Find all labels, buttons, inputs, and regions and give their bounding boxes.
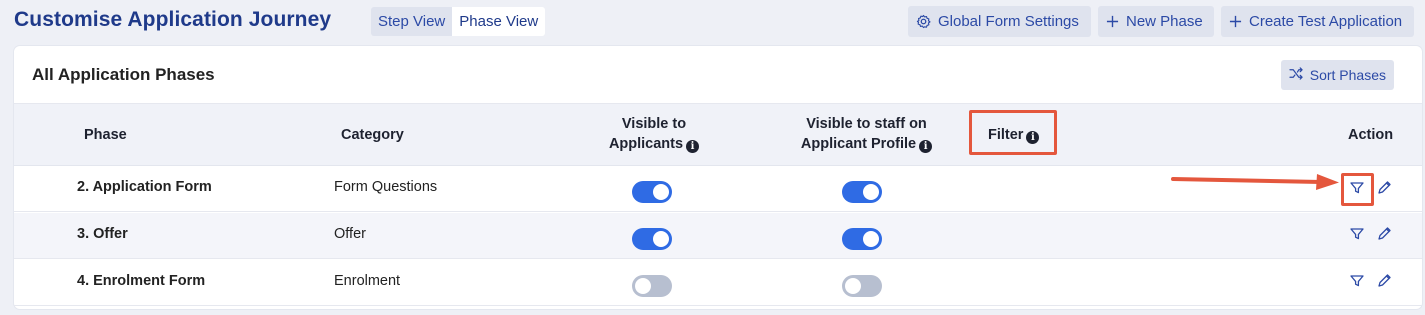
panel-title: All Application Phases bbox=[32, 65, 215, 84]
visible-to-staff-toggle[interactable] bbox=[842, 181, 882, 203]
table-header: Phase Category Visible to Applicants i Vi… bbox=[14, 104, 1422, 166]
phases-panel: All Application Phases Sort Phases Phase… bbox=[14, 46, 1422, 309]
visible-to-applicants-toggle[interactable] bbox=[632, 228, 672, 250]
page-title: Customise Application Journey bbox=[14, 8, 332, 31]
visible-to-applicants-toggle[interactable] bbox=[632, 181, 672, 203]
phase-name: 2. Application Form bbox=[77, 179, 212, 195]
table-row: 4. Enrolment Form Enrolment bbox=[14, 260, 1422, 306]
step-view-button[interactable]: Step View bbox=[371, 7, 453, 36]
create-test-application-button[interactable]: Create Test Application bbox=[1221, 6, 1414, 37]
edit-pencil-icon[interactable] bbox=[1376, 226, 1394, 244]
phase-category: Offer bbox=[334, 226, 366, 242]
plus-icon bbox=[1106, 15, 1119, 28]
phase-category: Form Questions bbox=[334, 179, 438, 195]
global-form-settings-button[interactable]: Global Form Settings bbox=[908, 6, 1091, 37]
column-header-visible-applicants-line1: Visible to bbox=[621, 116, 687, 132]
view-toggle: Step View Phase View bbox=[371, 7, 546, 36]
edit-pencil-icon[interactable] bbox=[1376, 180, 1394, 198]
info-icon[interactable]: i bbox=[686, 140, 700, 153]
column-header-visible-staff: Visible to staff on Applicant Profile i bbox=[784, 114, 949, 154]
shuffle-icon bbox=[1289, 60, 1304, 90]
global-form-settings-label: Global Form Settings bbox=[938, 13, 1079, 30]
phase-name: 4. Enrolment Form bbox=[77, 273, 206, 289]
gear-icon bbox=[916, 14, 931, 29]
column-header-category: Category bbox=[341, 127, 404, 143]
column-header-action: Action bbox=[1348, 127, 1394, 143]
phase-name: 3. Offer bbox=[77, 226, 128, 242]
column-header-visible-staff-line1: Visible to staff on bbox=[806, 116, 927, 132]
visible-to-staff-toggle[interactable] bbox=[842, 275, 882, 297]
phase-category: Enrolment bbox=[334, 273, 401, 289]
panel-header: All Application Phases Sort Phases bbox=[14, 46, 1422, 104]
plus-icon bbox=[1229, 15, 1242, 28]
visible-to-staff-toggle[interactable] bbox=[842, 228, 882, 250]
column-header-visible-applicants: Visible to Applicants i bbox=[604, 114, 704, 154]
filter-icon[interactable] bbox=[1349, 226, 1367, 244]
sort-phases-label: Sort Phases bbox=[1309, 67, 1386, 83]
new-phase-button[interactable]: New Phase bbox=[1098, 6, 1214, 37]
filter-action-highlight bbox=[1341, 173, 1374, 206]
phase-view-button[interactable]: Phase View bbox=[452, 7, 546, 36]
create-test-application-label: Create Test Application bbox=[1249, 13, 1403, 30]
info-icon[interactable]: i bbox=[919, 140, 933, 153]
sort-phases-button[interactable]: Sort Phases bbox=[1280, 60, 1394, 90]
column-header-visible-applicants-line2: Applicants bbox=[608, 136, 684, 152]
new-phase-label: New Phase bbox=[1126, 13, 1203, 30]
table-row: 3. Offer Offer bbox=[14, 213, 1422, 259]
annotation-arrow bbox=[1171, 174, 1339, 190]
column-header-visible-staff-line2: Applicant Profile bbox=[800, 136, 917, 152]
filter-column-highlight bbox=[969, 110, 1057, 155]
column-header-phase: Phase bbox=[84, 127, 127, 143]
visible-to-applicants-toggle[interactable] bbox=[632, 275, 672, 297]
edit-pencil-icon[interactable] bbox=[1376, 273, 1394, 291]
top-bar: Customise Application Journey Step View … bbox=[0, 0, 1425, 42]
filter-icon[interactable] bbox=[1349, 273, 1367, 291]
